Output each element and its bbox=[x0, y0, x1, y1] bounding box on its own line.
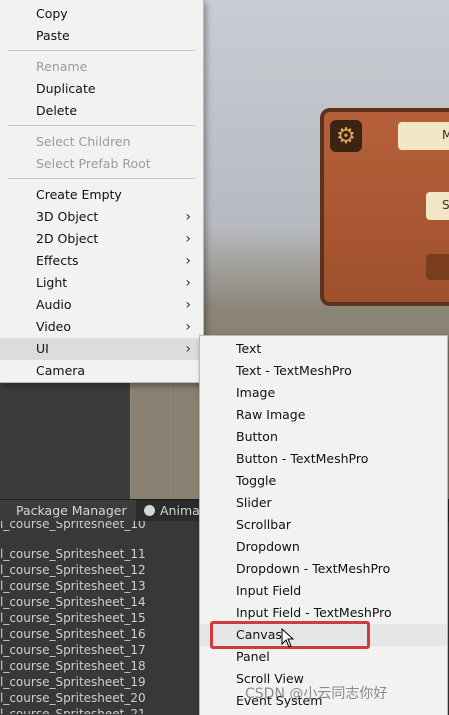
game-button-1: M bbox=[398, 122, 449, 150]
submenu-item-scrollbar[interactable]: Scrollbar bbox=[200, 514, 447, 536]
menu-item-2d-object[interactable]: 2D Object › bbox=[0, 228, 203, 250]
mouse-cursor-icon bbox=[281, 628, 295, 648]
menu-item-camera[interactable]: Camera bbox=[0, 360, 203, 382]
submenu-item-button-tmp[interactable]: Button - TextMeshPro bbox=[200, 448, 447, 470]
list-item[interactable]: l_course_Spritesheet_16 bbox=[0, 626, 146, 642]
submenu-item-dropdown-tmp[interactable]: Dropdown - TextMeshPro bbox=[200, 558, 447, 580]
submenu-item-raw-image[interactable]: Raw Image bbox=[200, 404, 447, 426]
menu-item-effects[interactable]: Effects › bbox=[0, 250, 203, 272]
chevron-right-icon: › bbox=[185, 341, 191, 357]
chevron-right-icon: › bbox=[185, 319, 191, 335]
list-item[interactable]: l_course_Spritesheet_19 bbox=[0, 674, 146, 690]
clock-icon bbox=[144, 505, 155, 516]
menu-item-audio[interactable]: Audio › bbox=[0, 294, 203, 316]
menu-item-delete[interactable]: Delete bbox=[0, 100, 203, 122]
context-menu: Copy Paste Rename Duplicate Delete Selec… bbox=[0, 0, 204, 383]
menu-item-light[interactable]: Light › bbox=[0, 272, 203, 294]
menu-item-label: Audio bbox=[36, 297, 72, 312]
list-item[interactable]: l_course_Spritesheet_12 bbox=[0, 562, 146, 578]
gear-icon: ⚙ bbox=[330, 120, 362, 152]
menu-item-video[interactable]: Video › bbox=[0, 316, 203, 338]
tab-animation[interactable]: Animati bbox=[140, 500, 208, 522]
chevron-right-icon: › bbox=[185, 209, 191, 225]
game-button-2: S bbox=[426, 192, 449, 220]
menu-item-label: 2D Object bbox=[36, 231, 99, 246]
menu-item-label: Effects bbox=[36, 253, 79, 268]
submenu-item-button[interactable]: Button bbox=[200, 426, 447, 448]
hierarchy-background bbox=[0, 380, 130, 500]
game-button-3 bbox=[426, 254, 449, 280]
menu-item-select-prefab-root[interactable]: Select Prefab Root bbox=[0, 153, 203, 175]
submenu-item-dropdown[interactable]: Dropdown bbox=[200, 536, 447, 558]
submenu-item-slider[interactable]: Slider bbox=[200, 492, 447, 514]
menu-item-create-empty[interactable]: Create Empty bbox=[0, 184, 203, 206]
submenu-item-text-tmp[interactable]: Text - TextMeshPro bbox=[200, 360, 447, 382]
list-item[interactable]: l_course_Spritesheet_17 bbox=[0, 642, 146, 658]
project-asset-list: l_course_Spritesheet_10 l_course_Sprites… bbox=[0, 521, 200, 714]
chevron-right-icon: › bbox=[185, 231, 191, 247]
list-item[interactable]: l_course_Spritesheet_18 bbox=[0, 658, 146, 674]
chevron-right-icon: › bbox=[185, 297, 191, 313]
menu-separator bbox=[8, 50, 195, 51]
submenu-item-panel[interactable]: Panel bbox=[200, 646, 447, 668]
chevron-right-icon: › bbox=[185, 253, 191, 269]
list-item[interactable]: l_course_Spritesheet_14 bbox=[0, 594, 146, 610]
menu-item-duplicate[interactable]: Duplicate bbox=[0, 78, 203, 100]
submenu-item-toggle[interactable]: Toggle bbox=[200, 470, 447, 492]
tab-package-manager[interactable]: Package Manager bbox=[0, 500, 136, 522]
menu-item-ui[interactable]: UI › bbox=[0, 338, 203, 360]
list-item[interactable]: l_course_Spritesheet_20 bbox=[0, 690, 146, 706]
menu-item-label: Video bbox=[36, 319, 72, 334]
menu-item-select-children[interactable]: Select Children bbox=[0, 131, 203, 153]
menu-item-label: Light bbox=[36, 275, 68, 290]
submenu-item-image[interactable]: Image bbox=[200, 382, 447, 404]
menu-item-label: 3D Object bbox=[36, 209, 99, 224]
chevron-right-icon: › bbox=[185, 275, 191, 291]
menu-separator bbox=[8, 178, 195, 179]
menu-item-copy[interactable]: Copy bbox=[0, 3, 203, 25]
ui-submenu: Text Text - TextMeshPro Image Raw Image … bbox=[199, 335, 448, 715]
watermark: CSDN @小云同志你好 bbox=[245, 686, 388, 702]
list-item[interactable]: l_course_Spritesheet_21 bbox=[0, 706, 146, 714]
menu-item-3d-object[interactable]: 3D Object › bbox=[0, 206, 203, 228]
menu-separator bbox=[8, 125, 195, 126]
submenu-item-text[interactable]: Text bbox=[200, 338, 447, 360]
menu-item-paste[interactable]: Paste bbox=[0, 25, 203, 47]
menu-item-rename[interactable]: Rename bbox=[0, 56, 203, 78]
list-item[interactable]: l_course_Spritesheet_11 bbox=[0, 546, 146, 562]
submenu-item-input-field[interactable]: Input Field bbox=[200, 580, 447, 602]
list-item[interactable]: l_course_Spritesheet_13 bbox=[0, 578, 146, 594]
menu-item-label: UI bbox=[36, 341, 49, 356]
list-item[interactable]: l_course_Spritesheet_15 bbox=[0, 610, 146, 626]
list-item[interactable]: l_course_Spritesheet_10 bbox=[0, 521, 146, 532]
